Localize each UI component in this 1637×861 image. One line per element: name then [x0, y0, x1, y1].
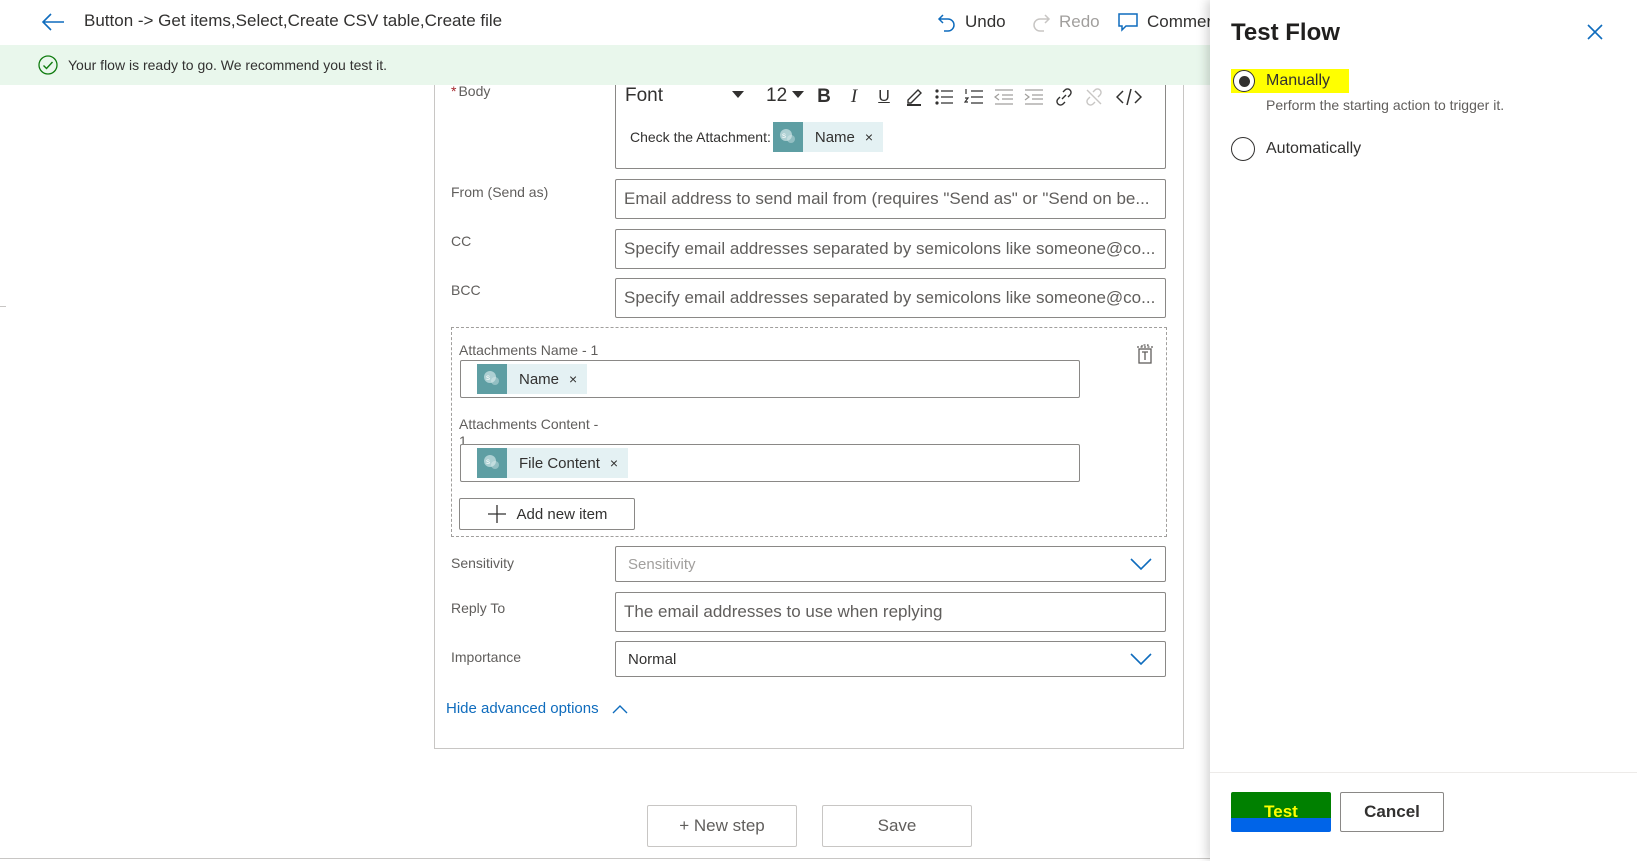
manually-label: Manually [1266, 72, 1331, 89]
token-label: File Content [519, 454, 600, 472]
redo-icon [1033, 14, 1051, 32]
redo-label: Redo [1059, 12, 1100, 31]
cancel-button[interactable]: Cancel [1340, 792, 1444, 832]
font-family-select[interactable]: Font [625, 85, 663, 107]
comments-button[interactable]: Commer [1117, 9, 1212, 35]
from-input[interactable]: Email address to send mail from (require… [615, 179, 1166, 219]
hide-advanced-options-link[interactable]: Hide advanced options [446, 700, 629, 717]
divider [1210, 772, 1637, 773]
dynamic-content-token[interactable]: s Name × [477, 364, 588, 394]
automatically-label: Automatically [1266, 140, 1362, 157]
close-icon[interactable] [1585, 22, 1605, 42]
top-bar: Button -> Get items,Select,Create CSV ta… [0, 0, 1212, 44]
divider [0, 306, 6, 307]
sharepoint-icon: s [477, 448, 507, 478]
manually-description: Perform the starting action to trigger i… [1266, 97, 1505, 113]
undo-button[interactable]: Undo [937, 9, 1006, 35]
body-rich-text-editor[interactable]: Font 12 B I U Check the Attachment: s Na… [615, 85, 1166, 169]
panel-title: Test Flow [1231, 19, 1340, 46]
code-view-icon[interactable] [1114, 85, 1144, 109]
token-label: Name [814, 128, 855, 146]
chevron-down-icon [1130, 558, 1152, 571]
hide-advanced-options-label: Hide advanced options [446, 700, 599, 717]
dynamic-content-token[interactable]: s Name × [772, 122, 884, 152]
cc-label: CC [451, 233, 472, 249]
numbered-list-icon[interactable] [962, 85, 986, 109]
importance-value: Normal [628, 650, 677, 668]
sensitivity-dropdown[interactable]: Sensitivity [615, 546, 1166, 582]
back-arrow-icon[interactable] [40, 10, 66, 34]
reply-to-placeholder: The email addresses to use when replying [624, 602, 943, 621]
sensitivity-label: Sensitivity [451, 555, 515, 571]
highlight-icon[interactable] [902, 85, 926, 109]
from-placeholder: Email address to send mail from (require… [624, 189, 1150, 208]
chevron-down-icon [1130, 653, 1152, 666]
remove-token-icon[interactable]: × [569, 371, 577, 387]
bcc-input[interactable]: Specify email addresses separated by sem… [615, 278, 1166, 318]
unlink-icon[interactable] [1082, 85, 1106, 109]
new-step-button[interactable]: + New step [647, 805, 797, 847]
bold-icon[interactable]: B [812, 85, 836, 109]
caret-down-icon[interactable] [731, 90, 745, 100]
undo-label: Undo [965, 12, 1006, 31]
reply-to-input[interactable]: The email addresses to use when replying [615, 592, 1166, 632]
attachments-name-label: Attachments Name - 1 [459, 342, 599, 358]
delete-item-icon[interactable] [1134, 343, 1156, 365]
remove-token-icon[interactable]: × [865, 129, 873, 145]
svg-text:s: s [782, 131, 786, 140]
sharepoint-icon: s [477, 364, 507, 394]
cc-input[interactable]: Specify email addresses separated by sem… [615, 229, 1166, 269]
flow-title: Button -> Get items,Select,Create CSV ta… [84, 11, 503, 30]
check-circle-icon [38, 55, 58, 75]
undo-icon [937, 14, 955, 32]
notice-text: Your flow is ready to go. We recommend y… [68, 57, 388, 73]
comment-icon [1118, 13, 1138, 32]
save-button[interactable]: Save [822, 805, 972, 847]
attachments-name-input[interactable]: s Name × [460, 360, 1080, 398]
remove-token-icon[interactable]: × [610, 455, 618, 471]
svg-text:s: s [486, 373, 490, 382]
bcc-label: BCC [451, 282, 481, 298]
redo-button[interactable]: Redo [1031, 9, 1100, 35]
comments-label: Commer [1147, 12, 1213, 31]
flow-ready-notice: Your flow is ready to go. We recommend y… [0, 45, 1210, 85]
link-icon[interactable] [1052, 85, 1076, 109]
font-size-select[interactable]: 12 [766, 85, 787, 107]
importance-dropdown[interactable]: Normal [615, 641, 1166, 677]
add-new-item-button[interactable]: Add new item [459, 498, 635, 530]
svg-text:s: s [486, 457, 490, 466]
bulleted-list-icon[interactable] [932, 85, 956, 109]
body-content[interactable]: Check the Attachment: s Name × [630, 122, 884, 152]
body-label-text: Body [458, 83, 491, 99]
sensitivity-placeholder: Sensitivity [628, 555, 696, 573]
importance-label: Importance [451, 649, 522, 665]
divider [0, 858, 1210, 859]
attachments-content-input[interactable]: s File Content × [460, 444, 1080, 482]
add-new-item-label: Add new item [516, 505, 608, 523]
body-text: Check the Attachment: [630, 129, 771, 145]
token-label: Name [519, 370, 560, 388]
increase-indent-icon[interactable] [1022, 85, 1046, 109]
attachments-content-label-line1: Attachments Content - [459, 416, 599, 432]
test-flow-panel: Test Flow Manually Perform the starting … [1210, 0, 1637, 861]
underline-icon[interactable]: U [872, 85, 896, 109]
decrease-indent-icon[interactable] [992, 85, 1016, 109]
reply-to-label: Reply To [451, 600, 506, 616]
dynamic-content-token[interactable]: s File Content × [477, 448, 629, 478]
sharepoint-icon: s [772, 122, 803, 152]
chevron-up-icon [612, 704, 628, 713]
body-label: * Body [451, 83, 490, 99]
plus-icon [487, 505, 506, 523]
rich-text-toolbar: Font 12 B I U [616, 85, 1165, 109]
radio-automatically[interactable] [1231, 137, 1255, 161]
from-label: From (Send as) [451, 184, 549, 200]
cc-placeholder: Specify email addresses separated by sem… [624, 239, 1156, 258]
caret-down-icon[interactable] [791, 90, 805, 100]
test-button[interactable]: Test [1231, 792, 1331, 832]
radio-manually[interactable] [1233, 70, 1255, 92]
bcc-placeholder: Specify email addresses separated by sem… [624, 288, 1156, 307]
required-marker: * [451, 83, 457, 99]
italic-icon[interactable]: I [842, 85, 866, 109]
